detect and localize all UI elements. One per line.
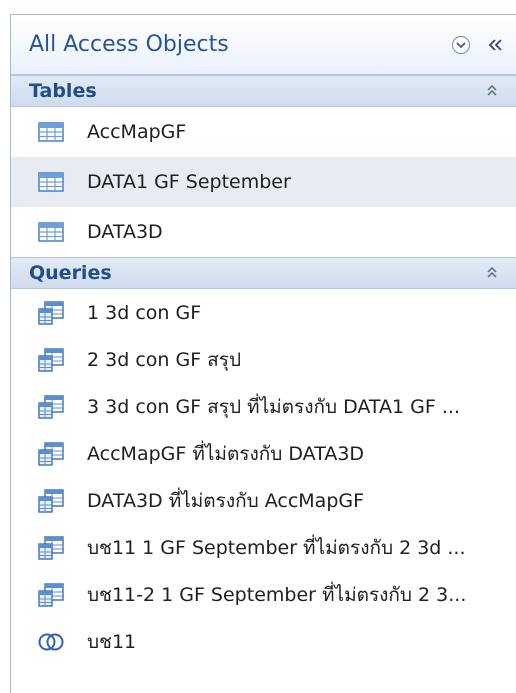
select-query-icon (37, 582, 65, 607)
collapse-group-icon[interactable] (482, 263, 502, 283)
list-item-query[interactable]: DATA3D ที่ไม่ตรงกับ AccMapGF (11, 477, 516, 524)
navigation-menu-button[interactable] (448, 32, 474, 58)
list-item-table[interactable]: AccMapGF (11, 107, 516, 157)
item-label: บช11 1 GF September ที่ไม่ตรงกับ 2 3d ..… (87, 536, 466, 559)
double-chevron-left-icon (488, 38, 502, 51)
group-header-queries[interactable]: Queries (11, 257, 516, 289)
table-icon (37, 120, 65, 144)
select-query-icon (37, 300, 65, 325)
item-label: 1 3d con GF (87, 301, 202, 324)
list-item-query[interactable]: บช11 (11, 618, 516, 665)
list-item-query[interactable]: 3 3d con GF สรุป ที่ไม่ตรงกับ DATA1 GF .… (11, 383, 516, 430)
select-query-icon (37, 394, 65, 419)
group-title: Queries (29, 262, 112, 284)
group-header-tables[interactable]: Tables (11, 75, 516, 107)
table-icon (37, 220, 65, 244)
select-query-icon (37, 488, 65, 513)
select-query-icon (37, 347, 65, 372)
item-label: บช11-2 1 GF September ที่ไม่ตรงกับ 2 3..… (87, 583, 467, 606)
navigation-pane-header: All Access Objects (11, 15, 516, 75)
list-item-query[interactable]: AccMapGF ที่ไม่ตรงกับ DATA3D (11, 430, 516, 477)
group-title: Tables (29, 80, 97, 102)
list-item-table[interactable]: DATA1 GF September (11, 157, 516, 207)
item-label: AccMapGF ที่ไม่ตรงกับ DATA3D (87, 442, 365, 465)
navigation-pane-title[interactable]: All Access Objects (29, 32, 440, 57)
list-item-query[interactable]: 1 3d con GF (11, 289, 516, 336)
collapse-group-icon[interactable] (482, 81, 502, 101)
list-item-query[interactable]: บช11-2 1 GF September ที่ไม่ตรงกับ 2 3..… (11, 571, 516, 618)
item-label: 3 3d con GF สรุป ที่ไม่ตรงกับ DATA1 GF .… (87, 395, 460, 418)
list-item-table[interactable]: DATA3D (11, 207, 516, 257)
navigation-pane: All Access Objects Tables AccMapGF DATA1… (10, 14, 516, 693)
item-label: บช11 (87, 630, 137, 653)
list-item-query[interactable]: 2 3d con GF สรุป (11, 336, 516, 383)
item-label: DATA1 GF September (87, 171, 291, 193)
item-label: AccMapGF (87, 121, 187, 143)
select-query-icon (37, 441, 65, 466)
item-label: DATA3D ที่ไม่ตรงกับ AccMapGF (87, 489, 365, 512)
list-item-query[interactable]: บช11 1 GF September ที่ไม่ตรงกับ 2 3d ..… (11, 524, 516, 571)
item-label: DATA3D (87, 221, 163, 243)
select-query-icon (37, 535, 65, 560)
table-icon (37, 170, 65, 194)
chevron-down-icon (452, 35, 470, 54)
item-label: 2 3d con GF สรุป (87, 348, 242, 371)
union-query-icon (37, 630, 65, 654)
shutter-bar-close-button[interactable] (482, 32, 508, 58)
